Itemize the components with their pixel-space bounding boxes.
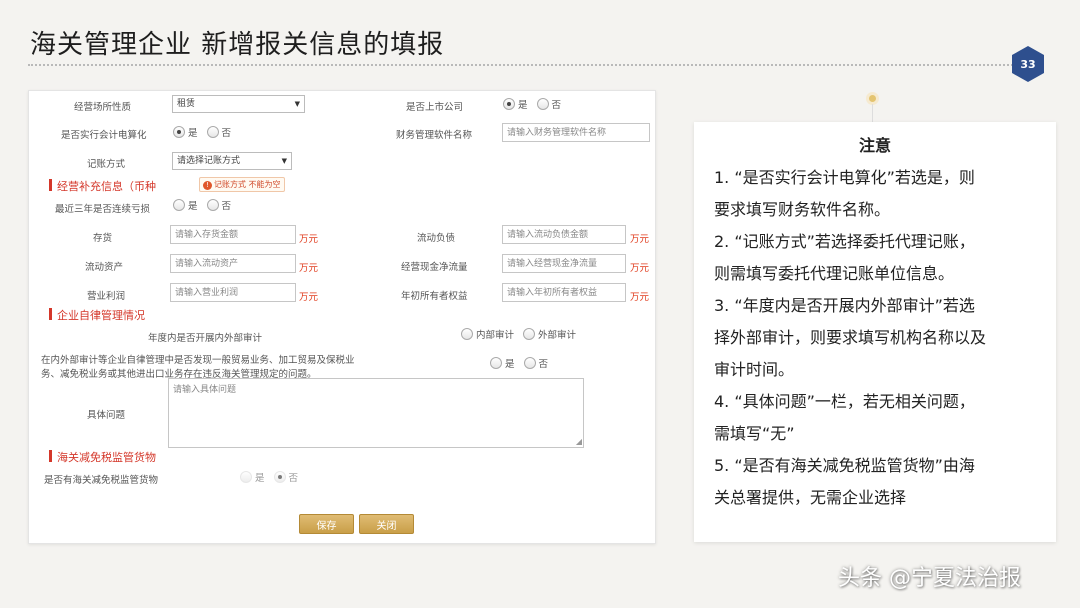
- dropdown-arrow-icon: ▼: [281, 157, 287, 165]
- listed-yes-radio[interactable]: [503, 98, 515, 110]
- notes-title: 注意: [858, 136, 891, 155]
- audit-radios: 内部审计 外部审计: [461, 327, 576, 341]
- note-line: 5. “是否有海关减免税监管货物”由海: [714, 456, 975, 475]
- specific-issue-textarea[interactable]: 请输入具体问题 ◢: [168, 378, 584, 448]
- note-line: 择外部审计，则要求填写机构名称以及: [714, 328, 987, 347]
- external-audit-radio[interactable]: [523, 328, 536, 340]
- section-self-discipline: 企业自律管理情况: [49, 307, 145, 323]
- listed-yes-label: 是: [518, 100, 528, 111]
- business-premises-select[interactable]: 租赁 ▼: [172, 95, 305, 113]
- violation-no-label: 否: [538, 359, 549, 370]
- loss-no-label: 否: [221, 201, 232, 212]
- current-liabilities-input[interactable]: 请输入流动负债金额: [502, 225, 626, 244]
- connector-line: [872, 104, 873, 122]
- accounting-computerized-label: 是否实行会计电算化: [61, 130, 147, 141]
- tax-exempt-no-label: 否: [288, 473, 299, 484]
- consecutive-loss-radios: 是 否: [173, 198, 231, 212]
- internal-audit-radio[interactable]: [461, 328, 473, 340]
- note-line: 关总署提供，无需企业选择: [714, 488, 907, 507]
- tax-exempt-goods-radios: 是 否: [240, 470, 298, 484]
- violation-question-line1: 在内外部审计等企业自律管理中是否发现一般贸易业务、加工贸易及保税业: [41, 355, 355, 366]
- note-line: 审计时间。: [714, 360, 795, 379]
- save-button[interactable]: 保存: [299, 514, 354, 534]
- note-line: 则需填写委托代理记账单位信息。: [714, 264, 955, 283]
- business-premises-label: 经营场所性质: [74, 102, 132, 113]
- violation-yes-label: 是: [505, 359, 515, 370]
- violation-no-radio[interactable]: [523, 357, 536, 369]
- unit-label: 万元: [299, 292, 319, 303]
- note-line: 要求填写财务软件名称。: [714, 200, 891, 219]
- watermark: 头条 @宁夏法治报: [838, 566, 1021, 591]
- title-divider: [28, 64, 1013, 66]
- note-line: 1. “是否实行会计电算化”若选是，则: [714, 168, 975, 187]
- listed-no-radio[interactable]: [536, 98, 549, 110]
- unit-label: 万元: [630, 234, 650, 245]
- operating-profit-input[interactable]: 请输入营业利润: [170, 283, 296, 302]
- accounting-yes-radio[interactable]: [173, 126, 185, 138]
- violation-radios: 是 否: [490, 356, 548, 370]
- page-title: 海关管理企业 新增报关信息的填报: [30, 30, 445, 60]
- page-number-badge: 33: [1012, 46, 1044, 82]
- internal-audit-label: 内部审计: [476, 330, 515, 341]
- audit-label: 年度内是否开展内外部审计: [148, 333, 263, 344]
- specific-issue-placeholder: 请输入具体问题: [173, 385, 237, 395]
- field-label: 经营现金净流量: [401, 262, 468, 273]
- bookkeeping-select[interactable]: 请选择记账方式 ▼: [172, 152, 292, 170]
- unit-label: 万元: [630, 292, 650, 303]
- unit-label: 万元: [630, 263, 650, 274]
- field-label: 年初所有者权益: [401, 291, 468, 302]
- field-label: 流动负债: [417, 233, 456, 244]
- opening-equity-input[interactable]: 请输入年初所有者权益: [502, 283, 626, 302]
- consecutive-loss-label: 最近三年是否连续亏损: [55, 204, 151, 215]
- note-line: 3. “年度内是否开展内外部审计”若选: [714, 296, 975, 315]
- notes-panel: 注意 1. “是否实行会计电算化”若选是，则 要求填写财务软件名称。 2. “记…: [694, 122, 1056, 542]
- dropdown-arrow-icon: ▼: [294, 100, 300, 108]
- section-tax-exempt: 海关减免税监管货物: [49, 449, 156, 465]
- inventory-input[interactable]: 请输入存货金额: [170, 225, 296, 244]
- listed-no-label: 否: [551, 100, 562, 111]
- notes-list: 1. “是否实行会计电算化”若选是，则 要求填写财务软件名称。 2. “记账方式…: [714, 162, 1036, 514]
- warning-icon: !: [203, 181, 212, 190]
- listed-company-radios: 是 否: [503, 97, 561, 111]
- note-line: 4. “具体问题”一栏，若无相关问题，: [714, 392, 975, 411]
- bookkeeping-error-text: 记账方式 不能为空: [214, 180, 281, 189]
- loss-yes-radio[interactable]: [173, 199, 185, 211]
- unit-label: 万元: [299, 234, 319, 245]
- close-button[interactable]: 关闭: [359, 514, 414, 534]
- note-line: 需填写“无”: [714, 424, 795, 443]
- field-label: 流动资产: [85, 262, 124, 273]
- accounting-no-radio[interactable]: [206, 126, 219, 138]
- accounting-no-label: 否: [221, 128, 232, 139]
- finance-software-label: 财务管理软件名称: [396, 130, 473, 141]
- operating-cash-flow-input[interactable]: 请输入经营现金净流量: [502, 254, 626, 273]
- loss-no-radio[interactable]: [206, 199, 219, 211]
- unit-label: 万元: [299, 263, 319, 274]
- accounting-computerized-radios: 是 否: [173, 125, 231, 139]
- external-audit-label: 外部审计: [538, 330, 577, 341]
- bookkeeping-error-tooltip: ! 记账方式 不能为空: [199, 177, 285, 192]
- tax-exempt-yes-label: 是: [255, 473, 265, 484]
- loss-yes-label: 是: [188, 201, 198, 212]
- note-line: 2. “记账方式”若选择委托代理记账，: [714, 232, 975, 251]
- listed-company-label: 是否上市公司: [406, 102, 464, 113]
- field-label: 存货: [93, 233, 113, 244]
- business-premises-value: 租赁: [177, 99, 196, 109]
- tax-exempt-no-radio[interactable]: [273, 471, 286, 483]
- tax-exempt-yes-radio[interactable]: [240, 471, 252, 483]
- field-label: 营业利润: [87, 291, 126, 302]
- tax-exempt-goods-label: 是否有海关减免税监管货物: [44, 475, 159, 486]
- current-assets-input[interactable]: 请输入流动资产: [170, 254, 296, 273]
- section-business-supplement: 经营补充信息（币种: [49, 178, 156, 194]
- bookkeeping-label: 记账方式: [87, 159, 126, 170]
- specific-issue-label: 具体问题: [87, 410, 126, 421]
- violation-yes-radio[interactable]: [490, 357, 502, 369]
- finance-software-input[interactable]: 请输入财务管理软件名称: [502, 123, 650, 142]
- customs-info-form: 经营场所性质 租赁 ▼ 是否上市公司 是 否 是否实行会计电算化 是 否 财务管…: [28, 90, 656, 544]
- resize-grip-icon[interactable]: ◢: [576, 437, 582, 446]
- bookkeeping-value: 请选择记账方式: [177, 156, 241, 166]
- accounting-yes-label: 是: [188, 128, 198, 139]
